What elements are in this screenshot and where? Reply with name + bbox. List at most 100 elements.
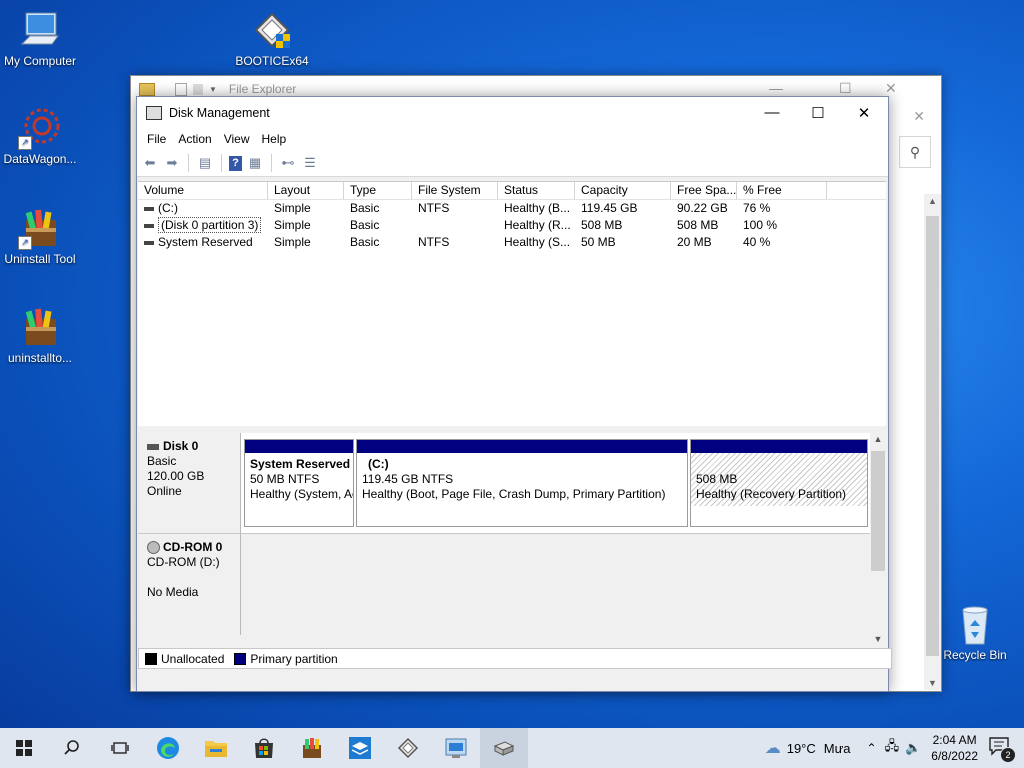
taskbar-app-layers[interactable]	[336, 728, 384, 768]
partition-name: (C:)	[368, 457, 389, 471]
volume-icon[interactable]: 🔈	[905, 740, 921, 756]
list-view-icon[interactable]: ☰	[301, 154, 319, 172]
explorer-close-button[interactable]: ✕	[885, 80, 897, 97]
explorer-scrollbar[interactable]: ▲ ▼	[924, 194, 941, 690]
properties-icon[interactable]: ▦	[246, 154, 264, 172]
clock[interactable]: 2:04 AM 6/8/2022	[931, 732, 978, 764]
column-header-layout[interactable]: Layout	[268, 182, 344, 199]
column-header-type[interactable]: Type	[344, 182, 412, 199]
disk-graphical-view: Disk 0 Basic 120.00 GB Online System Res…	[138, 433, 870, 636]
partition-name: System Reserved	[250, 457, 351, 471]
disk0-type: Basic	[147, 454, 177, 468]
minimize-button[interactable]: —	[749, 97, 795, 128]
titlebar[interactable]: Disk Management — ☐ ✕	[137, 97, 888, 128]
table-row[interactable]: (C:) Simple Basic NTFS Healthy (B... 119…	[138, 200, 886, 217]
partition-system-reserved[interactable]: System Reserved 50 MB NTFS Healthy (Syst…	[244, 439, 354, 527]
weather-temperature[interactable]: 19°C	[787, 741, 816, 756]
column-header-status[interactable]: Status	[498, 182, 575, 199]
partition-name	[696, 457, 862, 472]
scroll-thumb[interactable]	[871, 451, 885, 571]
explorer-search-box[interactable]: ⚲	[899, 136, 931, 168]
scroll-up-icon[interactable]: ▲	[870, 434, 886, 444]
column-header-file-system[interactable]: File System	[412, 182, 498, 199]
legend-swatch-unallocated	[145, 652, 157, 665]
explorer-close-icon-2[interactable]: ✕	[913, 108, 925, 125]
desktop-icon-my-computer[interactable]: My Computer	[0, 8, 80, 68]
partition-c-drive[interactable]: (C:) 119.45 GB NTFS Healthy (Boot, Page …	[356, 439, 688, 527]
desktop-icon-datawagon[interactable]: ↗ DataWagon...	[0, 106, 80, 166]
taskbar-edge[interactable]	[144, 728, 192, 768]
cell-layout: Simple	[274, 218, 311, 232]
desktop-icon-uninstall-tool[interactable]: ↗ Uninstall Tool	[0, 206, 80, 266]
taskbar-store[interactable]	[240, 728, 288, 768]
blank-doc-icon	[193, 83, 203, 95]
close-button[interactable]: ✕	[841, 97, 887, 128]
menu-view[interactable]: View	[218, 132, 256, 146]
scroll-thumb[interactable]	[926, 216, 939, 656]
start-button[interactable]	[0, 728, 48, 768]
forward-arrow-icon[interactable]: ➡	[163, 154, 181, 172]
menu-file[interactable]: File	[141, 132, 172, 146]
table-row[interactable]: System Reserved Simple Basic NTFS Health…	[138, 234, 886, 251]
cdrom0-drive: CD-ROM (D:)	[147, 555, 220, 569]
desktop-icon-bootice[interactable]: BOOTICEx64	[232, 8, 312, 68]
cell-volume: (Disk 0 partition 3)	[158, 217, 262, 233]
cell-type: Basic	[350, 201, 380, 215]
cdrom0-empty-area[interactable]	[241, 534, 870, 636]
column-header-percent-free[interactable]: % Free	[737, 182, 827, 199]
show-hide-console-tree-icon[interactable]: ▤	[196, 154, 214, 172]
scroll-up-icon[interactable]: ▲	[924, 196, 941, 206]
column-header-free-space[interactable]: Free Spa...	[671, 182, 737, 199]
cdrom0-label[interactable]: CD-ROM 0 CD-ROM (D:) No Media	[138, 534, 241, 635]
scroll-down-icon[interactable]: ▼	[870, 634, 886, 644]
status-bar	[138, 669, 886, 689]
table-row[interactable]: (Disk 0 partition 3) Simple Basic Health…	[138, 217, 886, 234]
chevron-up-icon[interactable]: ⌃	[867, 741, 877, 755]
scroll-down-icon[interactable]: ▼	[924, 678, 941, 688]
column-header-capacity[interactable]: Capacity	[575, 182, 671, 199]
taskbar-bootice[interactable]	[384, 728, 432, 768]
search-icon: ⚲	[909, 143, 921, 160]
volume-list[interactable]: Volume Layout Type File System Status Ca…	[138, 181, 886, 426]
window-title: Disk Management	[169, 105, 270, 120]
disk0-label[interactable]: Disk 0 Basic 120.00 GB Online	[138, 433, 241, 533]
desktop-icon-recycle-bin[interactable]: Recycle Bin	[935, 602, 1015, 662]
pane-splitter[interactable]	[138, 427, 886, 432]
folder-icon	[205, 741, 227, 757]
cdrom0-name: CD-ROM 0	[163, 540, 223, 554]
task-view-button[interactable]	[96, 728, 144, 768]
maximize-button[interactable]: ☐	[795, 97, 841, 128]
menu-help[interactable]: Help	[256, 132, 293, 146]
explorer-maximize-button[interactable]: ☐	[839, 80, 852, 97]
edge-browser-icon	[157, 737, 179, 759]
search-button[interactable]	[48, 728, 96, 768]
network-icon[interactable]: 🖧	[885, 737, 900, 759]
taskbar-file-explorer[interactable]	[192, 728, 240, 768]
clock-date: 6/8/2022	[931, 749, 978, 763]
column-header-volume[interactable]: Volume	[138, 182, 268, 199]
taskbar-uninstall-tool[interactable]	[288, 728, 336, 768]
disk-management-window[interactable]: Disk Management — ☐ ✕ File Action View H…	[136, 96, 892, 692]
action-center-button[interactable]: 2	[988, 736, 1016, 763]
weather-text[interactable]: Mưa	[824, 741, 851, 756]
cell-volume: System Reserved	[158, 235, 253, 249]
explorer-title: File Explorer	[228, 82, 297, 96]
desktop-icon-uninstalltool-2[interactable]: uninstallto...	[0, 305, 80, 365]
help-icon[interactable]: ?	[229, 155, 242, 171]
connect-icon[interactable]: ⊷	[279, 154, 297, 172]
cdrom0-media: No Media	[147, 585, 199, 599]
menu-action[interactable]: Action	[172, 132, 217, 146]
cell-free-space: 508 MB	[677, 218, 719, 232]
weather-icon[interactable]: ☁	[765, 738, 781, 758]
search-icon	[64, 740, 79, 755]
graph-scrollbar[interactable]: ▲ ▼	[870, 433, 886, 645]
taskbar-disk-app[interactable]	[432, 728, 480, 768]
partition-recovery[interactable]: 508 MB Healthy (Recovery Partition)	[690, 439, 868, 527]
checkbox-icon	[175, 82, 187, 96]
uninstall-tool-icon: ↗	[18, 206, 62, 250]
cell-file-system: NTFS	[418, 201, 450, 215]
taskbar-disk-management[interactable]	[480, 728, 528, 768]
store-icon	[255, 738, 273, 758]
back-arrow-icon[interactable]: ⬅	[141, 154, 159, 172]
explorer-minimize-button[interactable]: —	[769, 80, 783, 96]
